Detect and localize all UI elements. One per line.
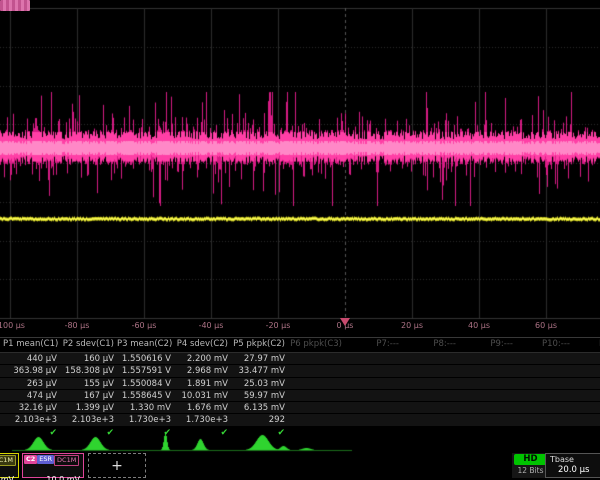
measurement-row: 32.16 µV1.399 µV1.330 mV1.676 mV6.135 mV [0, 402, 600, 414]
param-header-p4[interactable]: P4 sdev(C2) [174, 339, 228, 349]
measurement-value: 158.308 µV [60, 366, 114, 376]
c2-channel-badge: C2 [24, 455, 37, 464]
time-axis-label: -100 µs [0, 321, 25, 330]
measurement-value: 1.330 mV [117, 403, 171, 413]
measurement-value: 292 [231, 415, 285, 425]
measurement-value: 363.98 µV [3, 366, 57, 376]
parameter-header-row: P1 mean(C1)P2 sdev(C1)P3 mean(C2)P4 sdev… [0, 338, 600, 353]
hd-bits-label: 12 Bits [512, 466, 549, 475]
c1-channel-descriptor[interactable]: DC1M 0 mV [0, 453, 19, 478]
c2-coupling-badge: DC1M [54, 455, 79, 466]
measurement-value: 1.557591 V [117, 366, 171, 376]
time-axis-label: -20 µs [266, 321, 291, 330]
time-axis-label: 60 µs [535, 321, 557, 330]
measurement-value: 32.16 µV [3, 403, 57, 413]
measurement-value: 2.103e+3 [60, 415, 114, 425]
param-header-p7[interactable]: P7:--- [345, 339, 399, 349]
oscilloscope-screen: -100 µs-80 µs-60 µs-40 µs-20 µs0 µs20 µs… [0, 0, 600, 480]
measurement-value: 59.97 mV [231, 391, 285, 401]
timebase-descriptor[interactable]: Tbase 20.0 µs [545, 453, 600, 478]
measurement-value: 1.676 mV [174, 403, 228, 413]
measurement-row: 263 µV155 µV1.550084 V1.891 mV25.03 mV [0, 378, 600, 390]
time-axis: -100 µs-80 µs-60 µs-40 µs-20 µs0 µs20 µs… [0, 319, 600, 333]
waveform-display[interactable] [0, 0, 600, 320]
measurement-row: 474 µV167 µV1.558645 V10.031 mV59.97 mV [0, 390, 600, 402]
measurement-value: 160 µV [60, 354, 114, 364]
param-header-p5[interactable]: P5 pkpk(C2) [231, 339, 285, 349]
measurement-value: 1.558645 V [117, 391, 171, 401]
measurement-table: P1 mean(C1)P2 sdev(C1)P3 mean(C2)P4 sdev… [0, 337, 600, 439]
measurement-value: 2.200 mV [174, 354, 228, 364]
c2-channel-descriptor[interactable]: C2ESRDC1M 10.0 mV [22, 453, 84, 478]
hd-mode-indicator: HD 12 Bits [512, 453, 549, 478]
param-header-p11[interactable]: P11:--- [573, 339, 600, 349]
time-axis-label: 40 µs [468, 321, 490, 330]
param-header-p9[interactable]: P9:--- [459, 339, 513, 349]
measurement-value: 155 µV [60, 379, 114, 389]
time-axis-label: -60 µs [132, 321, 157, 330]
measurement-value: 1.399 µV [60, 403, 114, 413]
measurement-value: 6.135 mV [231, 403, 285, 413]
trigger-position-marker[interactable] [340, 318, 350, 326]
measurement-row: 363.98 µV158.308 µV1.557591 V2.968 mV33.… [0, 365, 600, 377]
param-header-p1[interactable]: P1 mean(C1) [3, 339, 57, 349]
c2-esr-badge: ESR [37, 455, 54, 464]
param-header-p6[interactable]: P6 pkpk(C3) [288, 339, 342, 349]
param-header-p3[interactable]: P3 mean(C2) [117, 339, 171, 349]
measurement-row: 2.103e+32.103e+31.730e+31.730e+3292 [0, 414, 600, 426]
param-header-p8[interactable]: P8:--- [402, 339, 456, 349]
timebase-scale: 20.0 µs [548, 465, 600, 475]
timebase-label: Tbase [548, 455, 600, 464]
measurement-value: 2.968 mV [174, 366, 228, 376]
measurement-row: 440 µV160 µV1.550616 V2.200 mV27.97 mV [0, 353, 600, 365]
time-axis-label: -40 µs [199, 321, 224, 330]
measurement-value: 25.03 mV [231, 379, 285, 389]
c1-coupling-badge: DC1M [0, 455, 16, 466]
parameter-histicons [0, 430, 600, 452]
measurement-value: 1.550084 V [117, 379, 171, 389]
plus-icon: + [111, 458, 123, 474]
hd-badge: HD [514, 454, 547, 465]
measurement-value: 2.103e+3 [3, 415, 57, 425]
time-axis-label: -80 µs [65, 321, 90, 330]
measurement-value: 263 µV [3, 379, 57, 389]
measurement-value: 474 µV [3, 391, 57, 401]
bottom-descriptor-bar: DC1M 0 mV C2ESRDC1M 10.0 mV + HD 12 Bits… [0, 452, 600, 480]
c1-vertical-scale: 0 mV [0, 474, 16, 480]
time-axis-label: 20 µs [401, 321, 423, 330]
c2-vertical-scale: 10.0 mV [24, 474, 82, 480]
measurement-value: 1.891 mV [174, 379, 228, 389]
measurement-value: 1.550616 V [117, 354, 171, 364]
param-header-p2[interactable]: P2 sdev(C1) [60, 339, 114, 349]
measurement-value: 27.97 mV [231, 354, 285, 364]
add-channel-button[interactable]: + [88, 453, 146, 478]
measurement-value: 167 µV [60, 391, 114, 401]
measurement-value: 1.730e+3 [117, 415, 171, 425]
measurement-value: 440 µV [3, 354, 57, 364]
measurement-value: 33.477 mV [231, 366, 285, 376]
measurement-value: 1.730e+3 [174, 415, 228, 425]
measurement-value: 10.031 mV [174, 391, 228, 401]
trace-label-badge [0, 0, 30, 11]
param-header-p10[interactable]: P10:--- [516, 339, 570, 349]
